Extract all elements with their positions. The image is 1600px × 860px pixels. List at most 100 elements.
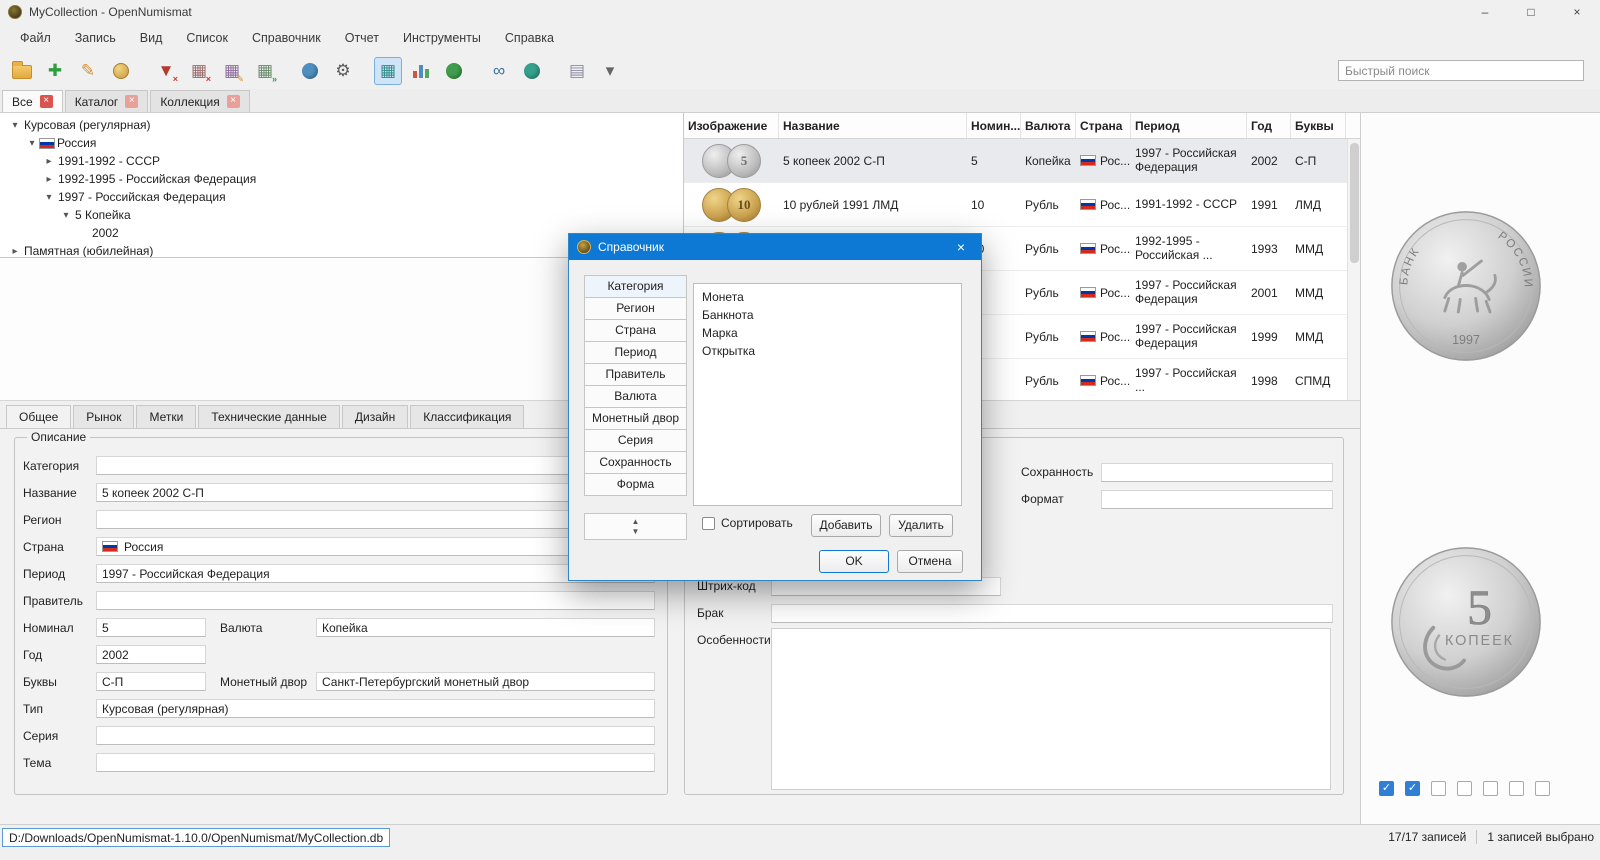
web-icon[interactable] <box>440 57 468 85</box>
detail-tab-tags[interactable]: Метки <box>136 405 197 428</box>
dialog-category-series[interactable]: Серия <box>584 429 687 452</box>
detail-tab-classification[interactable]: Классификация <box>410 405 525 428</box>
coin-obverse-image[interactable]: БАНК РОССИИ 1997 <box>1389 209 1543 363</box>
open-collection-icon[interactable] <box>8 57 36 85</box>
dialog-value-item[interactable]: Открытка <box>694 342 961 360</box>
minimize-icon[interactable]: – <box>1462 0 1508 24</box>
chevron-down-icon[interactable]: ▾ <box>25 138 39 149</box>
ruler-field[interactable] <box>96 591 655 610</box>
image-slot-checkbox-3[interactable] <box>1431 781 1446 796</box>
table-row[interactable]: 5 5 копеек 2002 С-П 5 Копейка Рос... 1997 - Р… <box>684 139 1360 183</box>
chevron-right-icon[interactable]: ▸ <box>42 174 56 185</box>
image-slot-checkbox-1[interactable]: ✓ <box>1379 781 1394 796</box>
image-slot-checkbox-5[interactable] <box>1483 781 1498 796</box>
chevron-right-icon[interactable]: ▸ <box>42 156 56 167</box>
menu-file[interactable]: Файл <box>8 26 63 50</box>
dialog-category-currency[interactable]: Валюта <box>584 385 687 408</box>
format-field[interactable] <box>1101 489 1333 509</box>
sort-checkbox[interactable] <box>702 516 715 530</box>
tab-close-icon[interactable]: × <box>125 95 139 108</box>
tab-catalog[interactable]: Каталог × <box>64 90 149 112</box>
import-records-icon[interactable]: ▦» <box>251 57 279 85</box>
statistics-icon[interactable] <box>407 57 435 85</box>
links-icon[interactable]: ∞ <box>485 57 513 85</box>
dialog-category-shape[interactable]: Форма <box>584 473 687 496</box>
dialog-list-scroll[interactable]: ▲ ▼ <box>584 513 687 540</box>
menu-report[interactable]: Отчет <box>333 26 391 50</box>
dialog-value-item[interactable]: Банкнота <box>694 306 961 324</box>
scrollbar-thumb[interactable] <box>1350 143 1359 263</box>
table-scrollbar[interactable] <box>1347 139 1360 400</box>
dialog-category-category[interactable]: Категория <box>584 275 687 298</box>
tree-item[interactable]: ▾ 5 Копейка <box>0 206 683 224</box>
column-header-period[interactable]: Период <box>1131 113 1247 138</box>
currency-field[interactable]: Копейка <box>316 618 655 637</box>
chevron-right-icon[interactable]: ▸ <box>8 246 22 257</box>
detail-tab-technical[interactable]: Технические данные <box>198 405 340 428</box>
dialog-category-grade[interactable]: Сохранность <box>584 451 687 474</box>
map-icon[interactable] <box>296 57 324 85</box>
batch-edit-icon[interactable]: ▦ ✎ <box>218 57 246 85</box>
column-header-currency[interactable]: Валюта <box>1021 113 1076 138</box>
tree-item[interactable]: ▾ Курсовая (регулярная) <box>0 116 683 134</box>
image-slot-checkbox-6[interactable] <box>1509 781 1524 796</box>
column-header-year[interactable]: Год <box>1247 113 1291 138</box>
table-row[interactable]: 10 10 рублей 1991 ЛМД 10 Рубль Рос... 1991-19… <box>684 183 1360 227</box>
settings-icon[interactable]: ⚙ <box>329 57 357 85</box>
dialog-category-ruler[interactable]: Правитель <box>584 363 687 386</box>
edit-record-icon[interactable]: ✎ <box>74 57 102 85</box>
summary-panel-icon[interactable]: ▤ <box>563 57 591 85</box>
menu-tools[interactable]: Инструменты <box>391 26 493 50</box>
menu-list[interactable]: Список <box>174 26 240 50</box>
tab-close-icon[interactable]: × <box>226 95 240 108</box>
maximize-icon[interactable]: □ <box>1508 0 1554 24</box>
year-field[interactable]: 2002 <box>96 645 206 664</box>
close-icon[interactable]: × <box>1554 0 1600 24</box>
type-field[interactable]: Курсовая (регулярная) <box>96 699 655 718</box>
image-slot-checkbox-7[interactable] <box>1535 781 1550 796</box>
subject-field[interactable] <box>96 753 655 772</box>
denomination-field[interactable]: 5 <box>96 618 206 637</box>
dialog-value-item[interactable]: Марка <box>694 324 961 342</box>
scroll-down-icon[interactable]: ▼ <box>632 527 640 537</box>
dialog-value-item[interactable]: Монета <box>694 288 961 306</box>
dialog-category-country[interactable]: Страна <box>584 319 687 342</box>
letters-field[interactable]: С-П <box>96 672 206 691</box>
tree-item[interactable]: ▸ 1991-1992 - СССР <box>0 152 683 170</box>
tree-item[interactable]: ▸ 1992-1995 - Российская Федерация <box>0 170 683 188</box>
series-field[interactable] <box>96 726 655 745</box>
column-header-denomination[interactable]: Номин... <box>967 113 1021 138</box>
collection-path[interactable]: D:/Downloads/OpenNumismat-1.10.0/OpenNum… <box>2 828 391 847</box>
chevron-down-icon[interactable]: ▾ <box>8 120 22 131</box>
defect-field[interactable] <box>771 603 1333 623</box>
image-slot-checkbox-2[interactable]: ✓ <box>1405 781 1420 796</box>
menu-record[interactable]: Запись <box>63 26 128 50</box>
dialog-close-icon[interactable]: × <box>941 234 981 260</box>
detail-tab-market[interactable]: Рынок <box>73 405 135 428</box>
detail-tab-general[interactable]: Общее <box>6 405 72 428</box>
dialog-category-period[interactable]: Период <box>584 341 687 364</box>
tree-item[interactable]: ▾ 1997 - Российская Федерация <box>0 188 683 206</box>
chevron-down-icon[interactable]: ▾ <box>42 192 56 203</box>
dialog-category-region[interactable]: Регион <box>584 297 687 320</box>
menu-reference[interactable]: Справочник <box>240 26 333 50</box>
ok-button[interactable]: OK <box>819 550 889 573</box>
dialog-category-mint[interactable]: Монетный двор <box>584 407 687 430</box>
tab-collection[interactable]: Коллекция × <box>150 90 250 112</box>
column-header-country[interactable]: Страна <box>1076 113 1131 138</box>
detail-tab-design[interactable]: Дизайн <box>341 405 409 428</box>
menu-view[interactable]: Вид <box>128 26 175 50</box>
add-record-icon[interactable]: ✚ <box>41 57 69 85</box>
search-input[interactable] <box>1338 60 1584 81</box>
tab-all[interactable]: Все × <box>2 90 63 112</box>
column-header-letters[interactable]: Буквы <box>1291 113 1346 138</box>
cancel-button[interactable]: Отмена <box>897 550 963 573</box>
tree-item[interactable]: ▾ Россия <box>0 134 683 152</box>
image-slot-checkbox-4[interactable] <box>1457 781 1472 796</box>
column-header-image[interactable]: Изображение <box>684 113 779 138</box>
menu-help[interactable]: Справка <box>493 26 566 50</box>
delete-button[interactable]: Удалить <box>889 514 953 537</box>
chevron-down-icon[interactable]: ▾ <box>59 210 73 221</box>
grade-field[interactable] <box>1101 462 1333 482</box>
delete-record-icon[interactable]: ▦ × <box>185 57 213 85</box>
